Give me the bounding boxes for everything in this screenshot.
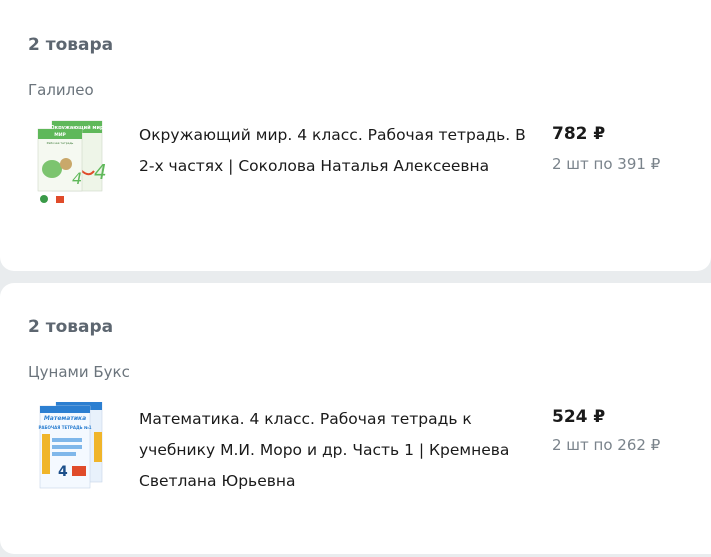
seller-name[interactable]: Цунами Букс xyxy=(28,363,130,381)
seller-name[interactable]: Галилео xyxy=(28,81,94,99)
product-price: 782 ₽ xyxy=(552,124,606,144)
cover-grade: 4 xyxy=(58,464,68,480)
item-count: 2 товара xyxy=(28,317,114,337)
order-card: 2 товара Цунами Букс Математика РАБОЧАЯ … xyxy=(0,283,711,554)
cover-header-text: Математика xyxy=(44,415,86,422)
product-price: 524 ₽ xyxy=(552,407,606,427)
cover-sub-text: РАБОЧАЯ ТЕТРАДЬ №1 xyxy=(38,425,91,430)
product-title[interactable]: Математика. 4 класс. Рабочая тетрадь к у… xyxy=(139,404,529,497)
product-cover-image[interactable]: Окружающий мир 4 МИР Рабочая тетрадь 4 xyxy=(36,119,106,207)
unit-price: 2 шт по 391 ₽ xyxy=(552,155,661,173)
svg-text:МИР: МИР xyxy=(54,132,66,138)
cover-grade: 4 xyxy=(72,169,82,188)
product-title[interactable]: Окружающий мир. 4 класс. Рабочая тетрадь… xyxy=(139,120,529,182)
item-count: 2 товара xyxy=(28,35,114,55)
product-cover-image[interactable]: Математика РАБОЧАЯ ТЕТРАДЬ №1 4 xyxy=(36,402,106,490)
svg-text:4: 4 xyxy=(94,160,106,184)
unit-price: 2 шт по 262 ₽ xyxy=(552,436,661,454)
order-card: 2 товара Галилео Окружающий мир 4 МИР Ра… xyxy=(0,0,711,271)
cover-sub-text: Рабочая тетрадь xyxy=(47,141,74,145)
